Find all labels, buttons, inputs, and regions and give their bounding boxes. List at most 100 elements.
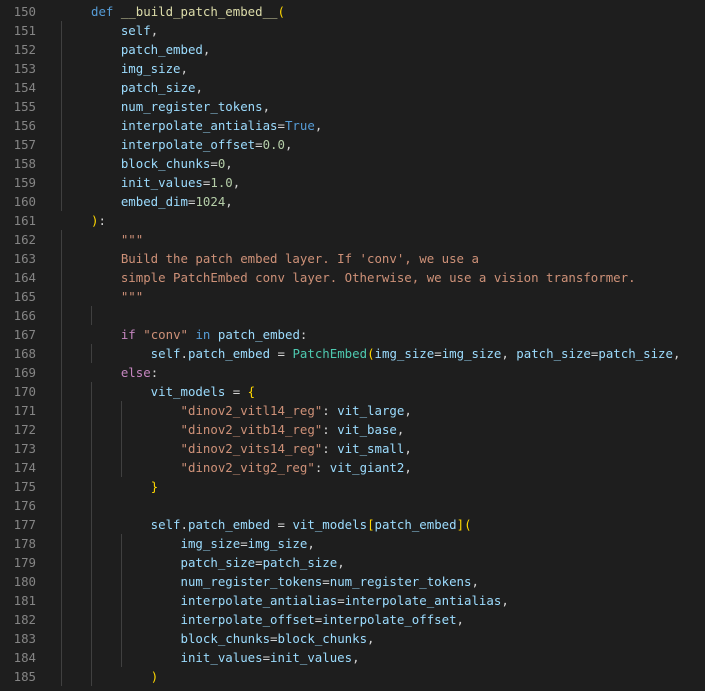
code-line[interactable]: 156 interpolate_antialias=True, bbox=[0, 116, 705, 135]
line-number: 167 bbox=[13, 327, 36, 342]
line-number: 178 bbox=[13, 536, 36, 551]
code-line[interactable]: 182 interpolate_offset=interpolate_offse… bbox=[0, 610, 705, 629]
code-line[interactable]: 175 } bbox=[0, 477, 705, 496]
code-token: num_register_tokens bbox=[91, 574, 323, 589]
indent-guide bbox=[61, 249, 62, 268]
code-token: Build the patch embed layer. If 'conv', … bbox=[91, 251, 479, 266]
indent-guide bbox=[61, 648, 62, 667]
code-line[interactable]: 170 vit_models = { bbox=[0, 382, 705, 401]
code-line[interactable]: 158 block_chunks=0, bbox=[0, 154, 705, 173]
line-number: 159 bbox=[13, 175, 36, 190]
code-text: patch_size, bbox=[91, 78, 203, 97]
code-token: img_size bbox=[441, 346, 502, 361]
indent-guide bbox=[61, 287, 62, 306]
code-text: interpolate_antialias=True, bbox=[91, 116, 322, 135]
code-token: patch_size bbox=[91, 555, 256, 570]
code-line[interactable]: 165 """ bbox=[0, 287, 705, 306]
code-text: block_chunks=block_chunks, bbox=[91, 629, 375, 648]
line-number: 184 bbox=[13, 650, 36, 665]
line-number: 164 bbox=[13, 270, 36, 285]
code-token: , bbox=[225, 194, 233, 209]
code-token: = bbox=[337, 593, 345, 608]
code-line[interactable]: 160 embed_dim=1024, bbox=[0, 192, 705, 211]
indent-guide bbox=[61, 420, 62, 439]
line-number: 156 bbox=[13, 118, 36, 133]
code-token: , bbox=[471, 574, 479, 589]
code-line[interactable]: 169 else: bbox=[0, 363, 705, 382]
code-line[interactable]: 159 init_values=1.0, bbox=[0, 173, 705, 192]
code-token: , bbox=[501, 593, 509, 608]
code-token: , bbox=[150, 23, 159, 38]
code-line[interactable]: 181 interpolate_antialias=interpolate_an… bbox=[0, 591, 705, 610]
code-line[interactable]: 177 self.patch_embed = vit_models[patch_… bbox=[0, 515, 705, 534]
code-line[interactable]: 153 img_size, bbox=[0, 59, 705, 78]
code-token: """ bbox=[91, 289, 144, 304]
line-number: 158 bbox=[13, 156, 36, 171]
indent-guide bbox=[61, 154, 62, 173]
indent-guide bbox=[61, 230, 62, 249]
code-line[interactable]: 151 self, bbox=[0, 21, 705, 40]
line-number: 170 bbox=[13, 384, 36, 399]
code-line[interactable]: 154 patch_size, bbox=[0, 78, 705, 97]
code-token: img_size bbox=[91, 61, 181, 76]
code-token: , bbox=[307, 536, 315, 551]
code-line[interactable]: 178 img_size=img_size, bbox=[0, 534, 705, 553]
code-line[interactable]: 184 init_values=init_values, bbox=[0, 648, 705, 667]
code-line[interactable]: 163 Build the patch embed layer. If 'con… bbox=[0, 249, 705, 268]
indent-guide bbox=[61, 306, 62, 325]
code-token: patch_embed bbox=[217, 327, 300, 342]
code-token: vit_giant2 bbox=[329, 460, 405, 475]
code-line[interactable]: 166 bbox=[0, 306, 705, 325]
code-token: vit_models bbox=[292, 517, 368, 532]
code-token: , bbox=[396, 422, 405, 437]
indent-guide bbox=[61, 382, 62, 401]
line-number: 168 bbox=[13, 346, 36, 361]
code-line[interactable]: 173 "dinov2_vits14_reg": vit_small, bbox=[0, 439, 705, 458]
code-line[interactable]: 171 "dinov2_vitl14_reg": vit_large, bbox=[0, 401, 705, 420]
indent-guide bbox=[91, 306, 92, 325]
code-line[interactable]: 162 """ bbox=[0, 230, 705, 249]
code-text: self.patch_embed = vit_models[patch_embe… bbox=[91, 515, 472, 534]
indent-guide bbox=[61, 40, 62, 59]
code-token: , bbox=[404, 460, 412, 475]
code-line[interactable]: 152 patch_embed, bbox=[0, 40, 705, 59]
code-token: : bbox=[314, 460, 330, 475]
code-token: vit_small bbox=[337, 441, 405, 456]
code-line[interactable]: 167 if "conv" in patch_embed: bbox=[0, 325, 705, 344]
code-line[interactable]: 174 "dinov2_vitg2_reg": vit_giant2, bbox=[0, 458, 705, 477]
code-token: vit_models bbox=[91, 384, 226, 399]
indent-guide bbox=[61, 667, 62, 686]
code-text: "dinov2_vits14_reg": vit_small, bbox=[91, 439, 412, 458]
code-line[interactable]: 155 num_register_tokens, bbox=[0, 97, 705, 116]
code-token: block_chunks bbox=[91, 156, 211, 171]
code-line[interactable]: 161): bbox=[0, 211, 705, 230]
code-text: init_values=init_values, bbox=[91, 648, 360, 667]
code-line[interactable]: 164 simple PatchEmbed conv layer. Otherw… bbox=[0, 268, 705, 287]
code-line[interactable]: 168 self.patch_embed = PatchEmbed(img_si… bbox=[0, 344, 705, 363]
code-line[interactable]: 179 patch_size=patch_size, bbox=[0, 553, 705, 572]
line-number: 157 bbox=[13, 137, 36, 152]
code-token: in bbox=[195, 327, 211, 342]
code-token: simple PatchEmbed conv layer. Otherwise,… bbox=[91, 270, 636, 285]
code-token: , bbox=[404, 441, 412, 456]
code-text: block_chunks=0, bbox=[91, 154, 233, 173]
code-line[interactable]: 185 ) bbox=[0, 667, 705, 686]
code-text: embed_dim=1024, bbox=[91, 192, 233, 211]
code-line[interactable]: 172 "dinov2_vitb14_reg": vit_base, bbox=[0, 420, 705, 439]
code-line[interactable]: 180 num_register_tokens=num_register_tok… bbox=[0, 572, 705, 591]
code-token: "dinov2_vitb14_reg" bbox=[180, 422, 323, 437]
code-token: = bbox=[240, 536, 248, 551]
code-line[interactable]: 157 interpolate_offset=0.0, bbox=[0, 135, 705, 154]
code-line[interactable]: 150 def __build_patch_embed__( bbox=[0, 2, 705, 21]
code-text: "dinov2_vitl14_reg": vit_large, bbox=[91, 401, 412, 420]
code-line[interactable]: 176 bbox=[0, 496, 705, 515]
code-text: """ bbox=[91, 287, 143, 306]
code-editor[interactable]: 150 def __build_patch_embed__(151 self, 15… bbox=[0, 0, 705, 691]
indent-guide bbox=[61, 496, 62, 515]
code-token: block_chunks bbox=[277, 631, 368, 646]
code-text: else: bbox=[91, 363, 158, 382]
code-line[interactable]: 183 block_chunks=block_chunks, bbox=[0, 629, 705, 648]
